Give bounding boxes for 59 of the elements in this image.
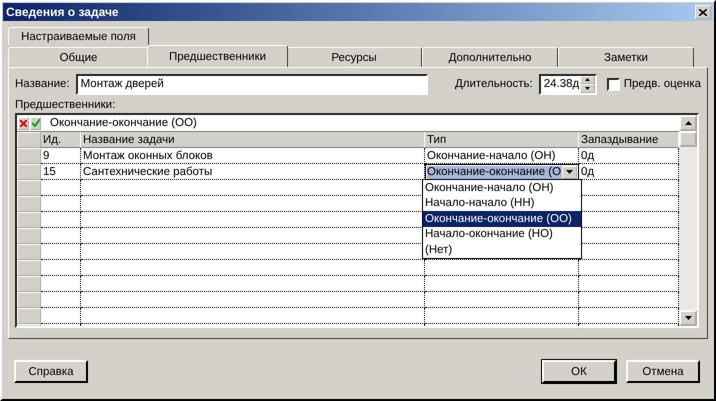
up-arrow-icon <box>584 78 590 82</box>
down-arrow-icon <box>584 86 590 90</box>
row-selector[interactable] <box>17 212 41 228</box>
duration-label: Длительность: <box>454 78 533 90</box>
scroll-up-button[interactable] <box>679 115 697 131</box>
close-icon <box>699 8 707 16</box>
check-icon <box>32 119 40 127</box>
checkbox[interactable] <box>606 78 620 90</box>
tab[interactable]: Ресурсы <box>286 47 422 67</box>
predecessors-label: Предшественники: <box>15 99 116 111</box>
ok-button[interactable]: ОК <box>542 360 616 383</box>
scroll-down-button[interactable] <box>679 310 697 326</box>
tab[interactable]: Настраиваемые поля <box>8 27 149 45</box>
up-arrow-icon <box>684 121 692 125</box>
type-combo-box[interactable]: Окончание-окончание (О <box>425 164 579 180</box>
dropdown-option[interactable]: Начало-начало (НН) <box>423 196 581 211</box>
cancel-button[interactable] <box>18 116 29 130</box>
tab[interactable]: Дополнительно <box>422 47 558 67</box>
row-selector[interactable] <box>17 260 41 276</box>
table-cell: 9 <box>41 148 81 164</box>
cross-icon <box>20 120 27 126</box>
dropdown-option[interactable]: Окончание-начало (ОН) <box>423 180 581 196</box>
tab[interactable]: Предшественники <box>147 45 288 67</box>
row-selector[interactable] <box>17 164 41 180</box>
down-arrow-icon <box>684 316 692 320</box>
row-selector[interactable] <box>17 276 41 292</box>
checkbox-label: Предв. оценка <box>624 78 701 90</box>
dropdown-option[interactable]: (Нет) <box>423 242 581 258</box>
tab[interactable]: Заметки <box>558 47 694 67</box>
column-header[interactable]: Название задачи <box>81 132 425 148</box>
row-selector[interactable] <box>17 180 41 196</box>
close-button[interactable] <box>695 5 711 19</box>
name-field[interactable]: Монтаж дверей <box>76 74 428 94</box>
window-title: Сведения о задаче <box>6 5 119 19</box>
column-header[interactable]: Ид. <box>41 132 81 148</box>
confirm-button[interactable] <box>30 116 41 130</box>
table-cell: Монтаж оконных блоков <box>81 148 425 164</box>
dropdown-arrow-icon <box>566 170 573 174</box>
row-selector[interactable] <box>17 228 41 244</box>
spin-down-button[interactable] <box>580 84 595 92</box>
table-cell: 15 <box>41 164 81 180</box>
entry-field[interactable]: Окончание-окончание (ОО) <box>50 117 197 129</box>
name-label: Название: <box>15 78 70 90</box>
row-selector[interactable] <box>17 148 41 164</box>
scrollbar[interactable] <box>679 115 697 326</box>
tab[interactable]: Общие <box>8 47 149 67</box>
help-button[interactable]: Справка <box>14 360 88 383</box>
dropdown-option[interactable]: Окончание-окончание (ОО) <box>423 211 581 226</box>
column-header[interactable]: Тип <box>425 132 579 148</box>
row-selector[interactable] <box>17 244 41 260</box>
duration-field[interactable]: 24.38д <box>538 74 597 94</box>
row-selector[interactable] <box>17 292 41 308</box>
row-selector[interactable] <box>17 308 41 324</box>
column-header[interactable]: Запаздывание <box>579 132 679 148</box>
cancel-button[interactable]: Отмена <box>626 360 700 383</box>
dropdown-option[interactable]: Начало-окончание (НО) <box>423 226 581 242</box>
spin-up-button[interactable] <box>580 76 595 84</box>
scrollbar-thumb[interactable] <box>679 131 697 147</box>
row-selector[interactable] <box>17 196 41 212</box>
